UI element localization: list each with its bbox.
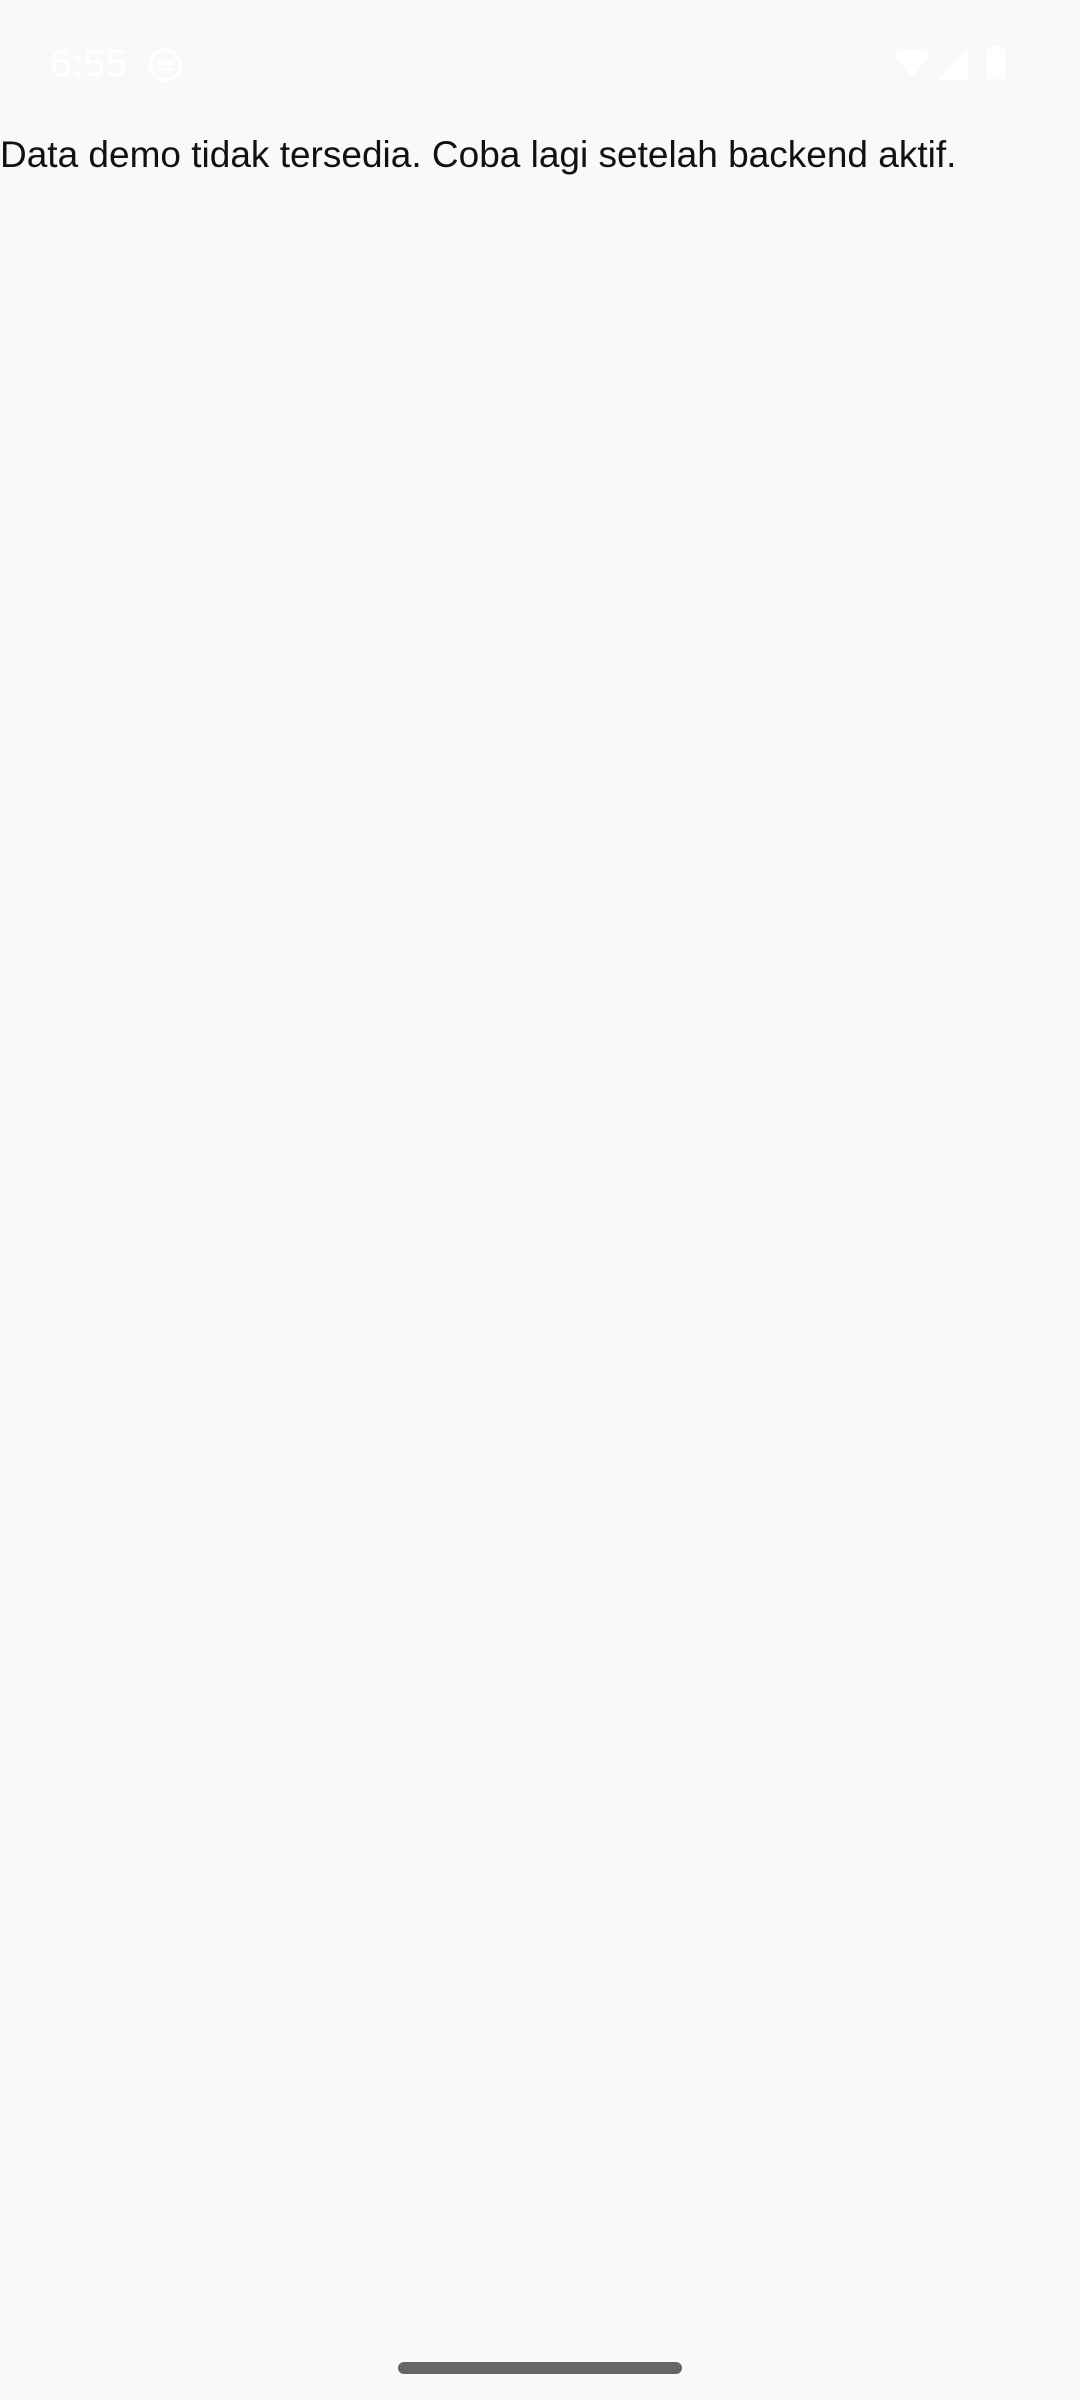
app-screen: 6:55 Data demo tidak tersedia. Coba lagi… [0, 0, 1080, 2400]
battery-icon [987, 46, 1005, 79]
cellular-signal-icon [938, 48, 968, 80]
app-notification-icon [148, 48, 182, 82]
home-indicator[interactable] [398, 2362, 682, 2374]
status-bar: 6:55 [0, 0, 1080, 128]
empty-state-message: Data demo tidak tersedia. Coba lagi sete… [0, 134, 957, 175]
wifi-icon [893, 49, 931, 77]
status-time: 6:55 [50, 43, 128, 85]
